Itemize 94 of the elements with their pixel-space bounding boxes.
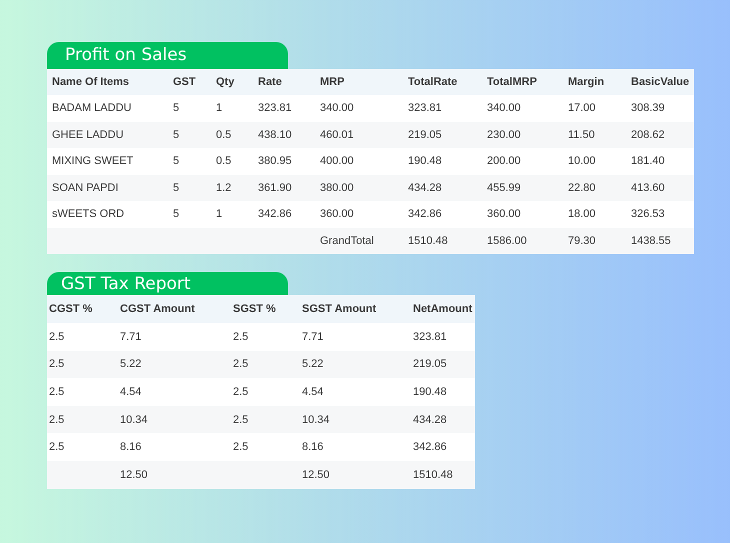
table-cell: 5 bbox=[173, 182, 180, 194]
column-header: CGST % bbox=[49, 303, 92, 315]
table-cell: 8.16 bbox=[302, 441, 324, 454]
column-header: TotalRate bbox=[408, 76, 458, 88]
table-cell: 323.81 bbox=[408, 102, 442, 114]
table-cell: 5 bbox=[173, 208, 180, 220]
table-cell: 10.00 bbox=[568, 155, 596, 168]
table-cell: GrandTotal bbox=[320, 234, 374, 247]
table-cell: 380.95 bbox=[258, 155, 292, 168]
table-cell: 340.00 bbox=[487, 102, 521, 114]
table-cell: 2.5 bbox=[49, 330, 64, 343]
table-cell: 2.5 bbox=[233, 414, 248, 426]
table-cell: 1510.48 bbox=[413, 468, 453, 481]
table-cell: 200.00 bbox=[487, 155, 521, 168]
column-header: GST bbox=[173, 76, 196, 88]
column-header: BasicValue bbox=[631, 76, 690, 88]
table-cell: 2.5 bbox=[49, 414, 64, 426]
table-cell: 4.54 bbox=[120, 386, 142, 398]
table-cell: 326.53 bbox=[631, 208, 665, 220]
column-header: TotalMRP bbox=[487, 76, 537, 88]
table-cell: 18.00 bbox=[568, 208, 596, 220]
table-cell: 208.62 bbox=[631, 128, 665, 141]
table-cell: 360.00 bbox=[320, 208, 354, 220]
table-cell: 5.22 bbox=[302, 358, 324, 370]
table-cell: 323.81 bbox=[258, 102, 292, 114]
column-header: MRP bbox=[320, 76, 344, 88]
table-cell: 400.00 bbox=[320, 155, 354, 168]
table-cell: 361.90 bbox=[258, 182, 292, 194]
table-cell: 5.22 bbox=[120, 358, 142, 370]
column-header: SGST % bbox=[233, 303, 276, 315]
table-cell: 342.86 bbox=[258, 208, 292, 220]
column-header: Name Of Items bbox=[52, 76, 130, 88]
table-cell: 434.28 bbox=[408, 182, 442, 194]
table-cell: 342.86 bbox=[408, 208, 442, 220]
table-cell: 1.2 bbox=[216, 182, 232, 194]
table-cell: 0.5 bbox=[216, 155, 232, 168]
table-cell: 360.00 bbox=[487, 208, 521, 220]
table-cell: GHEE LADDU bbox=[52, 128, 124, 141]
table-cell: 5 bbox=[173, 155, 180, 168]
table-cell: 1586.00 bbox=[487, 234, 527, 247]
table-cell: 17.00 bbox=[568, 102, 596, 114]
table-cell: 181.40 bbox=[631, 155, 665, 168]
table-cell: 12.50 bbox=[302, 468, 330, 481]
table-cell: 2.5 bbox=[233, 441, 248, 454]
table-cell: 2.5 bbox=[233, 330, 248, 343]
table-cell: 2.5 bbox=[233, 358, 248, 370]
table-cell: sWEETS ORD bbox=[52, 208, 124, 220]
table-cell: 434.28 bbox=[413, 414, 447, 426]
table-cell: 455.99 bbox=[487, 182, 521, 194]
table-cell: 380.00 bbox=[320, 182, 354, 194]
table-cell: 340.00 bbox=[320, 102, 354, 114]
table-cell: 79.30 bbox=[568, 234, 596, 247]
section-title: GST Tax Report bbox=[47, 272, 288, 295]
table-cell: 438.10 bbox=[258, 128, 292, 141]
table-cell: 2.5 bbox=[49, 441, 64, 454]
table-cell: 323.81 bbox=[413, 330, 447, 343]
table-cell: 4.54 bbox=[302, 386, 324, 398]
table-cell: 0.5 bbox=[216, 128, 232, 141]
table-cell: 1 bbox=[216, 102, 222, 114]
table-cell: 2.5 bbox=[49, 386, 64, 398]
table-cell: 8.16 bbox=[120, 441, 142, 454]
table-cell: 1510.48 bbox=[408, 234, 448, 247]
table-cell: 7.71 bbox=[120, 330, 142, 343]
table-cell: 1438.55 bbox=[631, 234, 671, 247]
table-cell: SOAN PAPDI bbox=[52, 182, 118, 194]
column-header: NetAmount bbox=[413, 303, 472, 315]
table-cell: 12.50 bbox=[120, 468, 148, 481]
table-cell: 342.86 bbox=[413, 441, 447, 454]
column-header: Margin bbox=[568, 76, 604, 88]
column-header: CGST Amount bbox=[120, 303, 195, 315]
table-cell: 219.05 bbox=[408, 128, 442, 141]
table-cell: 413.60 bbox=[631, 182, 665, 194]
table-cell: 5 bbox=[173, 128, 180, 141]
table-cell: 2.5 bbox=[233, 386, 248, 398]
table-cell: 190.48 bbox=[408, 155, 442, 168]
table-cell: 10.34 bbox=[302, 414, 330, 426]
table-cell: 460.01 bbox=[320, 128, 354, 141]
table-cell: BADAM LADDU bbox=[52, 102, 132, 114]
table-cell: 5 bbox=[173, 102, 180, 114]
column-header: SGST Amount bbox=[302, 303, 376, 315]
table-cell: 1 bbox=[216, 208, 222, 220]
table-cell: 10.34 bbox=[120, 414, 148, 426]
column-header: Rate bbox=[258, 76, 282, 88]
table-cell: 22.80 bbox=[568, 182, 596, 194]
table-cell: 230.00 bbox=[487, 128, 521, 141]
column-header: Qty bbox=[216, 76, 234, 88]
table-cell: MIXING SWEET bbox=[52, 155, 134, 168]
section-title: Profit on Sales bbox=[47, 42, 288, 69]
table-cell: 7.71 bbox=[302, 330, 324, 343]
table-cell: 190.48 bbox=[413, 386, 447, 398]
table-cell: 11.50 bbox=[568, 128, 595, 141]
table-cell: 308.39 bbox=[631, 102, 665, 114]
table-cell: 2.5 bbox=[49, 358, 64, 370]
table-cell: 219.05 bbox=[413, 358, 447, 370]
